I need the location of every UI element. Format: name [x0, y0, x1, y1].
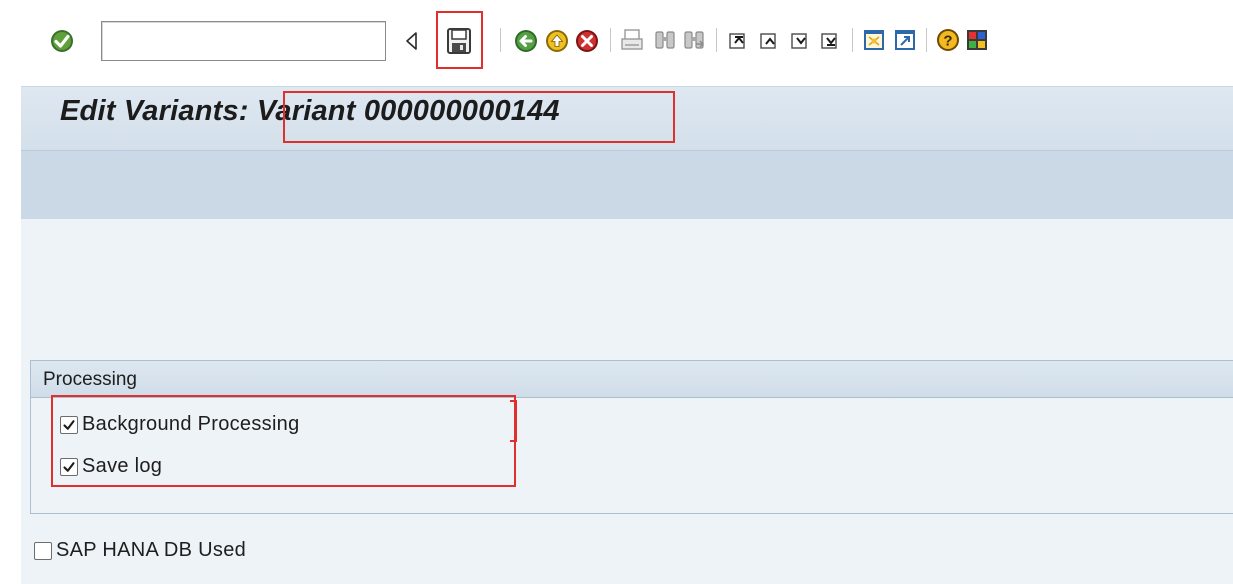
last-page-icon[interactable]	[818, 28, 842, 57]
application-toolbar	[21, 150, 1233, 220]
hana-db-checkbox[interactable]	[34, 541, 52, 560]
previous-page-icon[interactable]	[757, 28, 781, 57]
exit-icon[interactable]	[545, 29, 569, 58]
variant-highlight	[283, 91, 675, 143]
hana-db-label: SAP HANA DB Used	[56, 539, 247, 561]
help-icon[interactable]: ?	[936, 28, 960, 57]
toolbar-separator	[926, 28, 927, 52]
back-icon[interactable]	[514, 29, 538, 58]
find-next-icon[interactable]	[682, 28, 706, 57]
shortcut-icon[interactable]	[893, 28, 917, 57]
find-icon[interactable]	[653, 28, 677, 57]
toolbar-separator	[852, 28, 853, 52]
toolbar-separator	[716, 28, 717, 52]
save-highlight	[436, 11, 483, 69]
hana-row: SAP HANA DB Used	[34, 539, 246, 562]
create-session-icon[interactable]	[862, 28, 886, 57]
print-icon[interactable]	[620, 28, 644, 57]
first-page-icon[interactable]	[726, 28, 750, 57]
checkbox-highlight	[51, 395, 516, 487]
toolbar-separator	[500, 28, 501, 52]
back-nav-icon[interactable]	[404, 31, 418, 56]
group-header: Processing	[31, 361, 1233, 398]
command-field[interactable]	[101, 21, 466, 61]
title-prefix: Edit Variants:	[60, 95, 249, 127]
customize-layout-icon[interactable]	[965, 28, 989, 57]
system-toolbar: ?	[0, 0, 1233, 84]
cancel-icon[interactable]	[575, 29, 599, 58]
group-title: Processing	[43, 369, 137, 390]
next-page-icon[interactable]	[788, 28, 812, 57]
enter-icon[interactable]	[50, 29, 74, 58]
command-input[interactable]	[102, 22, 342, 58]
checkbox-highlight-bracket	[510, 400, 517, 442]
svg-text:?: ?	[943, 33, 952, 50]
toolbar-separator	[610, 28, 611, 52]
